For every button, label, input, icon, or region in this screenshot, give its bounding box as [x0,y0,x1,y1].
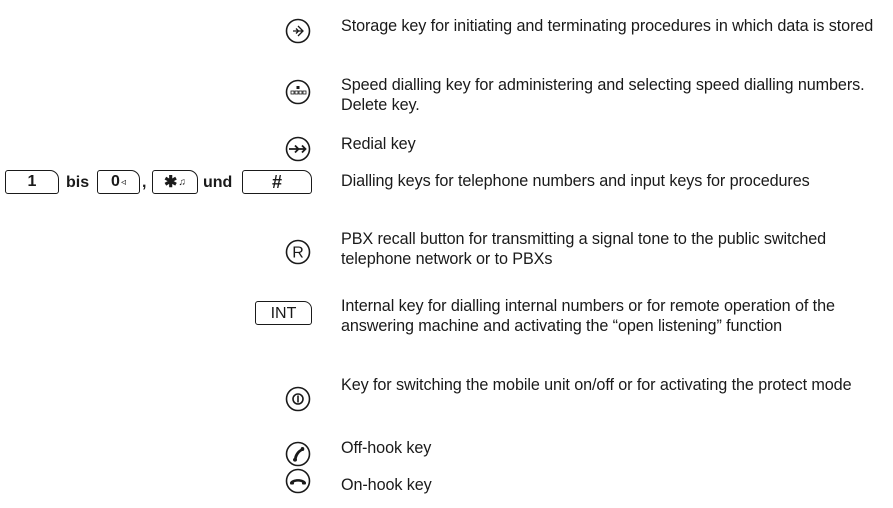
on-hook-icon [285,468,311,494]
recall-r-icon: R [285,239,311,265]
storage-key-description: Storage key for initiating and terminati… [341,17,874,35]
word-und: und [203,174,233,191]
word-bis: bis [66,174,90,191]
off-hook-icon [285,441,311,467]
redial-key-description: Redial key [341,135,416,153]
power-icon [285,386,311,412]
off-hook-key-description: Off-hook key [341,439,432,457]
storage-icon [285,18,311,44]
star-icon: ✱ [164,174,178,191]
redial-icon [285,136,311,162]
speed-dial-key-description: Speed dialling key for administering and… [341,76,865,114]
int-key-label: INT [270,304,297,322]
key-0-label: 0 [111,173,120,190]
int-key: INT [255,301,312,325]
power-key-description: Key for switching the mobile unit on/off… [341,376,852,394]
key-1: 1 [5,170,59,194]
comma: , [142,174,147,191]
music-note-icon: ♫ [178,176,186,188]
speaker-icon: ◃ [120,176,126,188]
int-key-description: Internal key for dialling internal numbe… [341,297,835,335]
hash-icon: # [271,171,282,192]
recall-r-label: R [292,245,304,262]
key-hash: # [242,170,312,194]
key-1-label: 1 [27,173,37,190]
speed-dial-icon [285,79,311,105]
key-star: ✱ ♫ [152,170,198,194]
key-0: 0 ◃ [97,170,140,194]
dialling-keys-description: Dialling keys for telephone numbers and … [341,172,810,190]
on-hook-key-description: On-hook key [341,476,432,494]
recall-key-description: PBX recall button for transmitting a sig… [341,230,827,268]
